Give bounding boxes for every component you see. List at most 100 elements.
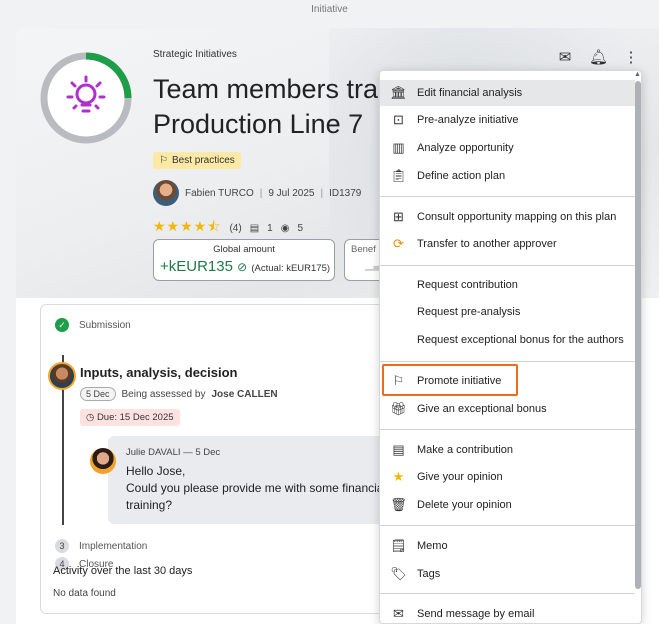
active-step-title: Inputs, analysis, decision	[80, 365, 238, 380]
flag-icon: ⚐	[159, 155, 168, 166]
menu-divider	[380, 429, 635, 430]
due-label: Due: 15 Dec 2025	[96, 412, 174, 423]
window-title: Initiative	[311, 4, 348, 15]
menu-item-memo[interactable]: 🗒︎ Memo	[380, 533, 635, 559]
menu-label: Transfer to another approver	[417, 238, 557, 250]
menu-item-analyze-opportunity[interactable]: ▥ Analyze opportunity	[380, 135, 635, 161]
menu-label: Give an exceptional bonus	[417, 403, 547, 415]
menu-item-consult-mapping[interactable]: ⊞ Consult opportunity mapping on this pla…	[380, 204, 635, 230]
views-icon: ◉	[280, 222, 290, 234]
step-label: Submission	[79, 319, 131, 331]
author-line: Fabien TURCO | 9 Jul 2025 | ID1379	[153, 180, 361, 206]
rating-count: (4)	[229, 222, 242, 234]
author-name[interactable]: Fabien TURCO	[185, 188, 254, 199]
clock-icon: ◷	[86, 412, 95, 423]
amount-actual: (Actual: kEUR175)	[251, 263, 331, 274]
menu-divider	[380, 525, 635, 526]
menu-item-delete-opinion[interactable]: 🗑︎ Delete your opinion	[380, 492, 635, 518]
step-submission[interactable]: ✓ Submission	[55, 318, 131, 332]
menu-item-send-email[interactable]: ✉ Send message by email	[380, 601, 635, 623]
best-practices-badge[interactable]: ⚐ Best practices	[153, 152, 241, 169]
menu-label: Request contribution	[417, 279, 518, 291]
comment-bubble: Julie DAVALI — 5 Dec Hello Jose, Could y…	[90, 436, 401, 524]
memo-icon: 🗒︎	[390, 538, 407, 553]
bell-icon[interactable]: 🔔︎	[589, 48, 608, 66]
comment-text: Hello Jose, Could you please provide me …	[126, 463, 396, 514]
menu-item-give-opinion[interactable]: ★ Give your opinion	[380, 464, 635, 490]
assessor-avatar[interactable]	[48, 362, 76, 390]
menu-item-define-action-plan[interactable]: 📋︎ Define action plan	[380, 163, 635, 189]
comment-date: 5 Dec	[195, 447, 221, 458]
step-label: Implementation	[79, 540, 148, 552]
menu-label: Memo	[417, 540, 448, 552]
assessment-info: 5 Dec Being assessed by Jose CALLEN	[80, 387, 278, 401]
due-date-badge: ◷ Due: 15 Dec 2025	[80, 409, 180, 426]
more-menu-icon[interactable]: ⋮	[622, 48, 640, 66]
activity-empty: No data found	[53, 588, 116, 599]
comments-count: 1	[267, 222, 273, 234]
menu-divider	[380, 196, 635, 197]
assessed-prefix: Being assessed by	[121, 388, 206, 400]
submission-date: 9 Jul 2025	[268, 187, 315, 199]
menu-label: Request exceptional bonus for the author…	[417, 334, 624, 346]
comment-icon: ▤	[249, 222, 260, 234]
menu-label: Analyze opportunity	[417, 142, 514, 154]
page-title: Team members train Production Line 7	[153, 72, 393, 142]
menu-item-give-bonus[interactable]: 🎁︎ Give an exceptional bonus	[380, 396, 635, 422]
comment-line-2: Could you please provide me with some fi…	[126, 481, 396, 495]
header-actions: ✉ 🔔︎ ⋮	[556, 48, 640, 66]
menu-divider	[380, 361, 635, 362]
activity-title: Activity over the last 30 days	[53, 565, 193, 577]
menu-item-edit-financial-analysis[interactable]: 🏛︎ Edit financial analysis	[380, 80, 635, 106]
actions-menu: ▲ 🏛︎ Edit financial analysis ⊡ Pre-analyze…	[379, 70, 642, 624]
menu-label: Delete your opinion	[417, 499, 512, 511]
mail-icon: ✉	[393, 606, 404, 621]
menu-scrollbar[interactable]	[635, 81, 641, 589]
global-amount-value: +kEUR135 ⊘ (Actual: kEUR175)	[160, 258, 331, 275]
menu-item-make-contribution[interactable]: ▤ Make a contribution	[380, 437, 635, 463]
menu-label: Tags	[417, 568, 441, 580]
commenter-avatar[interactable]	[90, 448, 116, 474]
menu-divider	[380, 593, 635, 594]
global-amount-label: Global amount	[213, 244, 275, 255]
menu-item-transfer-approver[interactable]: ⟳ Transfer to another approver	[380, 231, 635, 257]
author-avatar[interactable]	[153, 180, 179, 206]
amount-estimate: +kEUR135	[160, 258, 233, 275]
rating-stars-icon[interactable]: ★★★★⯪	[153, 216, 221, 240]
stats-row: ★★★★⯪ (4) ▤ 1 ◉ 5	[153, 216, 303, 240]
menu-item-request-contribution[interactable]: Request contribution	[380, 272, 635, 298]
menu-label: Define action plan	[417, 170, 506, 182]
scroll-up-arrow-icon[interactable]: ▲	[634, 71, 641, 78]
menu-label: Make a contribution	[417, 444, 513, 456]
star-icon: ★	[392, 469, 405, 484]
trash-icon: 🗑︎	[390, 497, 407, 512]
views-count: 5	[297, 222, 304, 234]
menu-label: Edit financial analysis	[417, 87, 523, 99]
clipboard-icon: 📋︎	[390, 168, 407, 183]
gift-icon: 🎁︎	[390, 401, 407, 416]
step-implementation[interactable]: 3 Implementation	[55, 539, 147, 553]
global-amount-box[interactable]: Global amount +kEUR135 ⊘ (Actual: kEUR17…	[153, 239, 335, 281]
mail-icon[interactable]: ✉	[556, 48, 574, 66]
title-line-2: Production Line 7	[153, 109, 364, 139]
progress-ring-icon	[40, 52, 132, 144]
promote-highlight-frame	[382, 364, 518, 396]
assessor-name[interactable]: Jose CALLEN	[211, 389, 277, 400]
bank-icon: 🏛︎	[390, 85, 407, 100]
menu-label: Give your opinion	[417, 471, 503, 483]
title-line-1: Team members train	[153, 74, 393, 104]
category-label: Strategic Initiatives	[153, 49, 237, 60]
menu-label: Consult opportunity mapping on this plan	[417, 211, 617, 223]
menu-item-request-bonus[interactable]: Request exceptional bonus for the author…	[380, 327, 635, 353]
initiative-id: ID1379	[329, 187, 362, 199]
step-number: 3	[55, 539, 69, 553]
menu-item-pre-analyze[interactable]: ⊡ Pre-analyze initiative	[380, 107, 635, 133]
grid-icon: ⊞	[393, 209, 404, 224]
menu-label: Send message by email	[417, 608, 535, 620]
transfer-icon: ⟳	[393, 236, 404, 251]
elapsed-pill: 5 Dec	[80, 387, 116, 401]
menu-divider	[380, 265, 635, 266]
menu-item-request-pre-analysis[interactable]: Request pre-analysis	[380, 299, 635, 325]
check-icon: ✓	[55, 318, 69, 332]
menu-item-tags[interactable]: 🏷︎ Tags	[380, 561, 635, 587]
